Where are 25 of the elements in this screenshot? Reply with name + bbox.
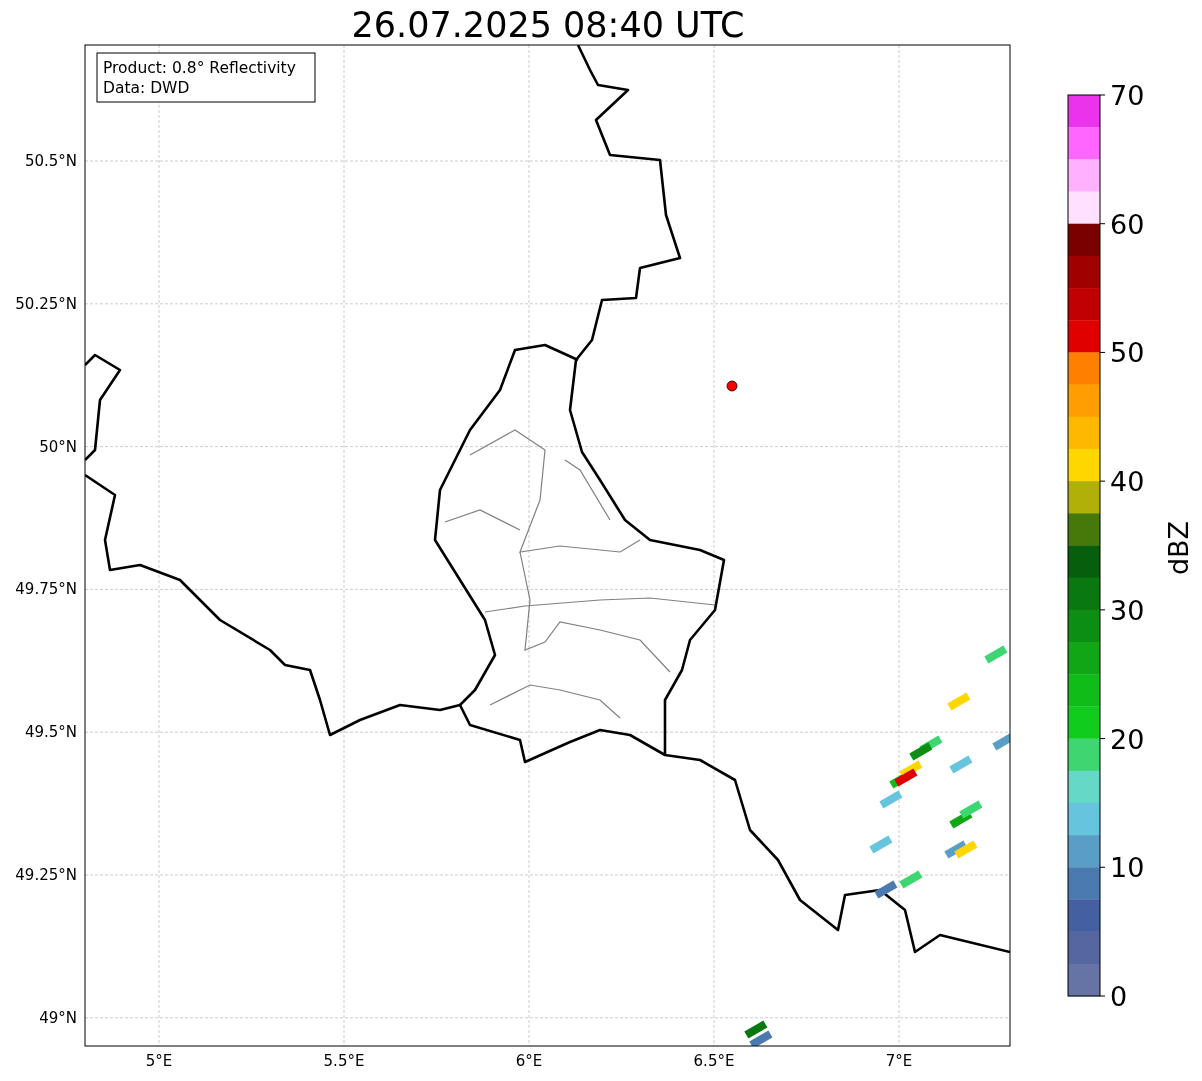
latitude-label: 49.75°N (15, 580, 77, 599)
latitude-label: 50.25°N (15, 294, 77, 313)
location-marker (726, 380, 738, 392)
colorbar-tick-label: 40 (1110, 466, 1145, 498)
info-text: Product: 0.8° Reflectivity (103, 59, 296, 77)
colorbar-tick-label: 0 (1110, 981, 1128, 1012)
chart-title: 26.07.2025 08:40 UTC (351, 5, 745, 45)
longitude-label: 5°E (145, 1052, 173, 1070)
latitude-label: 49°N (39, 1008, 77, 1027)
colorbar-tick-label: 10 (1110, 852, 1145, 884)
colorbar-tick-label: 50 (1110, 337, 1145, 369)
colorbar-tick-label: 60 (1110, 208, 1145, 240)
longitude-label: 7°E (885, 1052, 913, 1070)
latitude-label: 49.25°N (15, 866, 77, 884)
colorbar-tick-label: 20 (1110, 723, 1145, 755)
colorbar-tick-label: 30 (1110, 594, 1145, 626)
info-text: Data: DWD (103, 79, 190, 97)
colorbar-label: dBZ (1163, 520, 1194, 576)
longitude-label: 6.5°E (693, 1052, 735, 1070)
longitude-label: 6°E (515, 1052, 543, 1070)
latitude-label: 50.5°N (24, 152, 77, 170)
latitude-label: 50°N (39, 437, 77, 456)
latitude-label: 49.5°N (24, 723, 77, 742)
colorbar-tick-label: 70 (1110, 80, 1145, 111)
longitude-label: 5.5°E (323, 1052, 365, 1070)
